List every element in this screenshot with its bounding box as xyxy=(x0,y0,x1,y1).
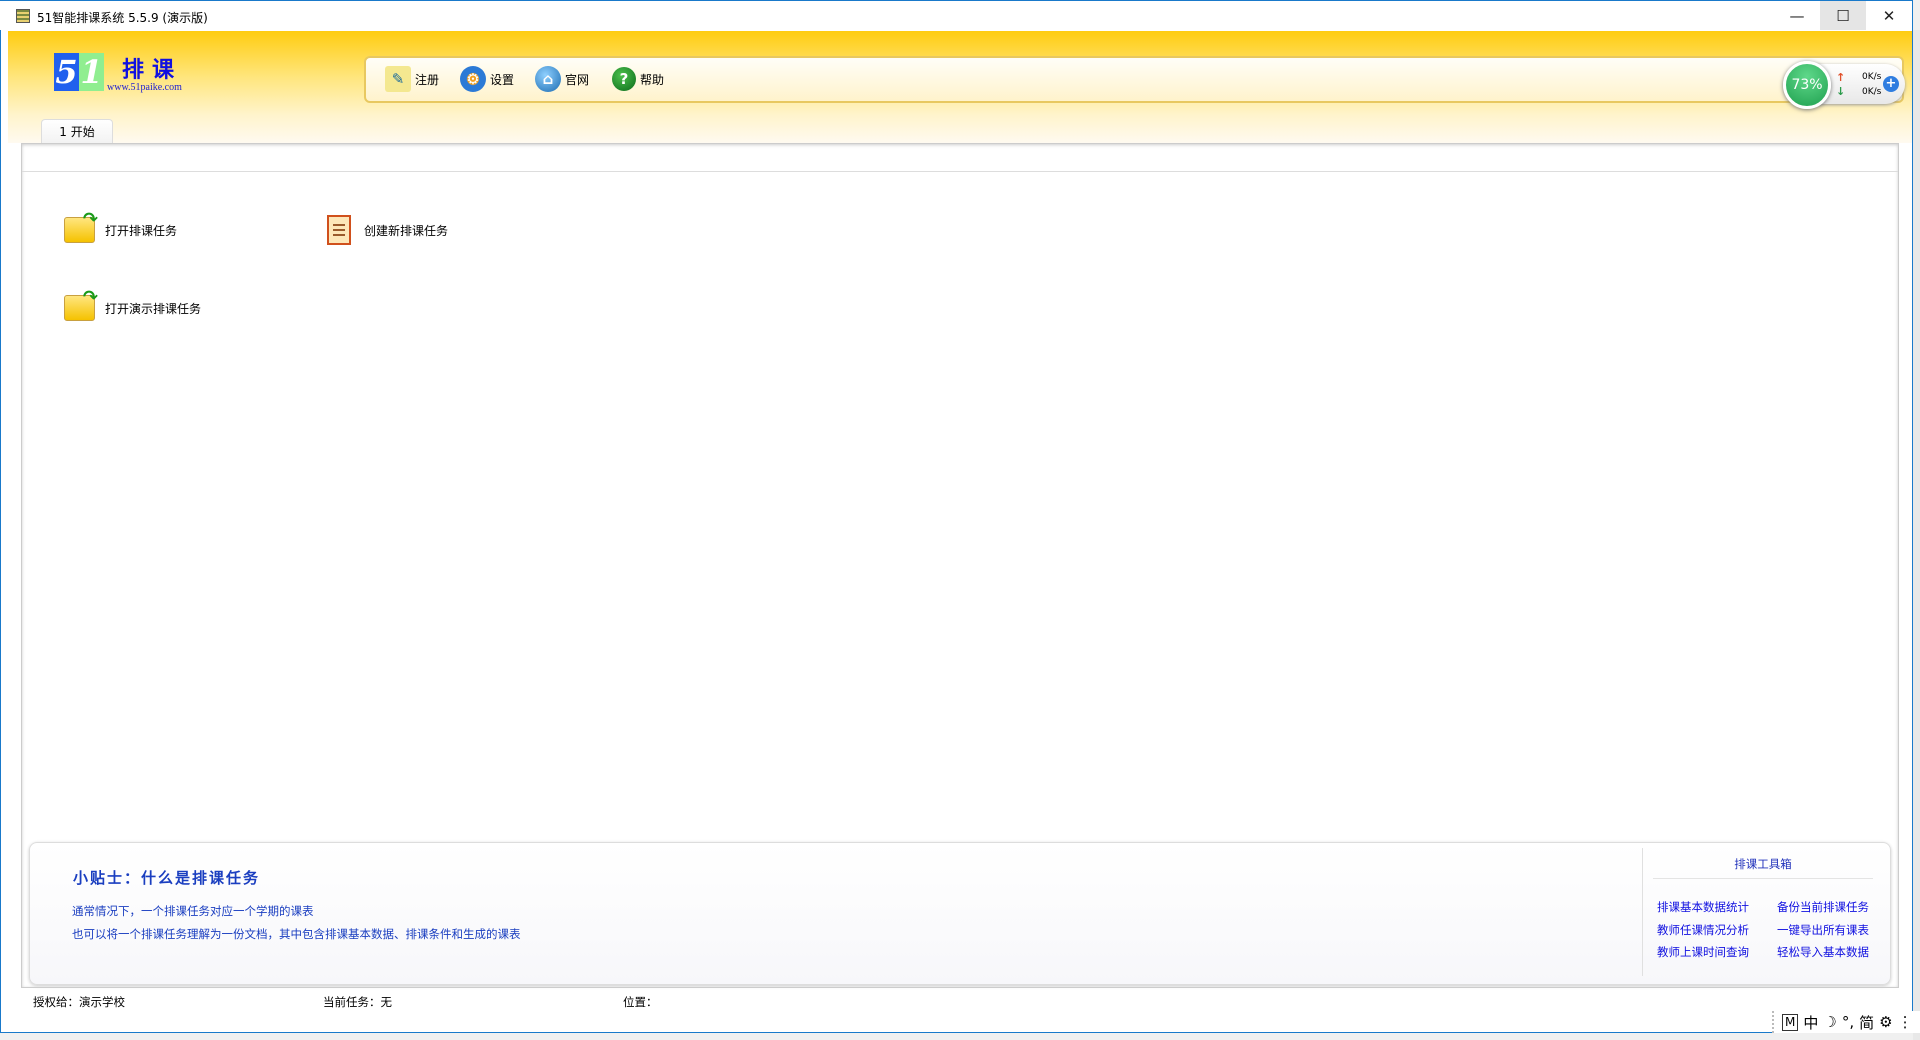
create-task-button[interactable]: 创建新排课任务 xyxy=(327,215,448,245)
tip-line: 通常情况下，一个排课任务对应一个学期的课表 xyxy=(72,904,314,918)
upload-speed: 0K/s xyxy=(1862,72,1882,82)
help-button[interactable]: ? 帮助 xyxy=(612,66,664,92)
website-label: 官网 xyxy=(565,72,590,87)
register-label: 注册 xyxy=(415,72,440,87)
title-bar: 51智能排课系统 5.5.9 (演示版) — ☐ ✕ xyxy=(0,0,1912,30)
register-button[interactable]: ✎ 注册 xyxy=(385,66,439,92)
link-teacher-analysis[interactable]: 教师任课情况分析 xyxy=(1657,922,1749,938)
memory-gauge[interactable]: 73% xyxy=(1783,61,1831,109)
open-task-button[interactable]: ↷ 打开排课任务 xyxy=(64,209,178,243)
settings-label: 设置 xyxy=(490,72,515,87)
toolbox-underline xyxy=(1653,878,1873,879)
plus-icon[interactable]: + xyxy=(1883,76,1899,92)
gear-icon[interactable]: ⚙ xyxy=(1879,1013,1892,1031)
divider xyxy=(22,171,1898,172)
register-icon: ✎ xyxy=(385,66,411,92)
window-title: 51智能排课系统 5.5.9 (演示版) xyxy=(37,11,208,25)
help-label: 帮助 xyxy=(640,72,665,87)
open-demo-task-label: 打开演示排课任务 xyxy=(105,301,202,316)
ime-mode-icon[interactable]: M xyxy=(1782,1013,1799,1031)
moon-icon[interactable]: ☽ xyxy=(1823,1013,1836,1031)
open-folder-icon: ↷ xyxy=(64,209,98,243)
simplified-toggle[interactable]: 简 xyxy=(1859,1012,1874,1033)
logo-digit-1: 1 xyxy=(79,53,104,91)
link-backup-task[interactable]: 备份当前排课任务 xyxy=(1777,899,1869,915)
link-basic-stats[interactable]: 排课基本数据统计 xyxy=(1657,899,1749,915)
more-icon[interactable]: ⋮ xyxy=(1898,1013,1913,1031)
status-position: 位置： xyxy=(623,995,658,1009)
open-task-label: 打开排课任务 xyxy=(105,223,178,238)
download-speed: 0K/s xyxy=(1862,87,1882,97)
close-button[interactable]: ✕ xyxy=(1866,1,1912,30)
gear-icon: ⚙ xyxy=(460,66,486,92)
maximize-button[interactable]: ☐ xyxy=(1820,1,1866,30)
desktop-background xyxy=(1913,30,1920,1040)
document-icon xyxy=(327,215,351,245)
punctuation-toggle[interactable]: °, xyxy=(1842,1013,1854,1031)
status-current-task: 当前任务：无 xyxy=(323,995,392,1009)
app-icon xyxy=(16,9,30,23)
toolbar xyxy=(364,56,1904,103)
link-export-all[interactable]: 一键导出所有课表 xyxy=(1777,922,1869,938)
status-license: 授权给：演示学校 xyxy=(33,995,125,1009)
open-demo-task-button[interactable]: ↷ 打开演示排课任务 xyxy=(64,287,202,321)
ime-toolbar: M 中 ☽ °, 简 ⚙ ⋮ xyxy=(1772,1011,1920,1033)
tip-line: 也可以将一个排课任务理解为一份文档，其中包含排课基本数据、排课条件和生成的课表 xyxy=(72,927,521,941)
upload-arrow-icon: ↑ xyxy=(1836,71,1846,84)
tip-title: 小贴士：什么是排课任务 xyxy=(73,869,261,887)
settings-button[interactable]: ⚙ 设置 xyxy=(460,66,514,92)
open-demo-folder-icon: ↷ xyxy=(64,287,98,321)
logo-digit-5: 5 xyxy=(54,53,79,91)
toolbox-title: 排课工具箱 xyxy=(1734,857,1792,871)
logo-url: www.51paike.com xyxy=(107,82,182,93)
link-import-data[interactable]: 轻松导入基本数据 xyxy=(1777,944,1869,960)
toolbox-divider xyxy=(1642,848,1643,976)
help-icon: ? xyxy=(612,67,636,91)
download-arrow-icon: ↓ xyxy=(1836,85,1846,98)
globe-home-icon: ⌂ xyxy=(535,66,561,92)
link-teacher-time[interactable]: 教师上课时间查询 xyxy=(1657,944,1749,960)
logo-text: 排课 xyxy=(122,57,183,83)
website-button[interactable]: ⌂ 官网 xyxy=(535,66,589,92)
tab-start[interactable]: 1 开始 xyxy=(41,119,113,144)
minimize-button[interactable]: — xyxy=(1774,1,1820,30)
create-task-label: 创建新排课任务 xyxy=(364,223,449,238)
ime-lang-toggle[interactable]: 中 xyxy=(1803,1012,1818,1033)
